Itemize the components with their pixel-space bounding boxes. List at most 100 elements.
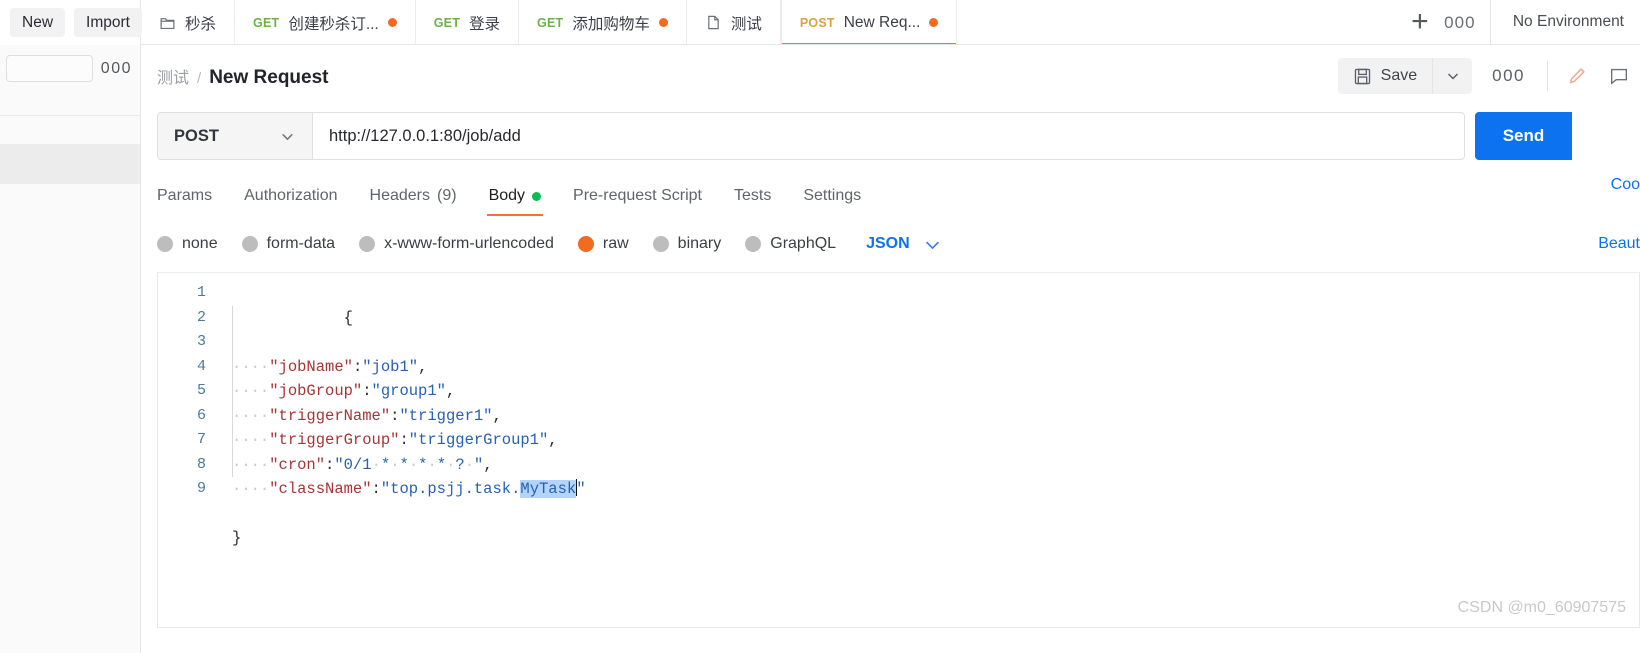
- tab-label: Headers: [369, 187, 430, 204]
- body-type-form-data[interactable]: form-data: [241, 235, 336, 253]
- method-badge: GET: [253, 15, 280, 30]
- sidebar-search-input[interactable]: [6, 55, 93, 82]
- line-number: 6: [196, 406, 206, 424]
- new-tab-button[interactable]: +: [1400, 0, 1440, 45]
- method-label: POST: [174, 126, 219, 145]
- body-editor[interactable]: 1 2 3 4 5 6 7 8 9 { ····"jobName":"job1"…: [157, 272, 1640, 628]
- tab-pre-request-script[interactable]: Pre-request Script: [557, 187, 718, 216]
- page-title: New Request: [209, 66, 329, 88]
- code-line-3: ····"jobGroup":"group1",: [232, 382, 456, 400]
- json-key: "triggerGroup": [269, 431, 400, 449]
- url-input[interactable]: http://127.0.0.1:80/job/add: [313, 113, 1464, 159]
- json-value: "group1": [371, 382, 446, 400]
- more-horizontal-icon: 000: [1444, 12, 1476, 32]
- code-editor[interactable]: 1 2 3 4 5 6 7 8 9 { ····"jobName":"job1"…: [158, 273, 1639, 551]
- radio-icon: [745, 236, 762, 252]
- body-type-urlencoded[interactable]: x-www-form-urlencoded: [359, 235, 554, 253]
- request-header-actions: Save 000: [1337, 57, 1640, 95]
- tab-label: Settings: [803, 187, 862, 204]
- document-icon: [708, 15, 719, 30]
- body-type-label: form-data: [266, 235, 336, 252]
- comment-request-button[interactable]: [1598, 57, 1640, 95]
- new-button[interactable]: New: [10, 7, 66, 38]
- method-badge: POST: [799, 15, 835, 30]
- tab-tests[interactable]: Tests: [718, 187, 787, 216]
- edit-request-button[interactable]: [1556, 57, 1598, 95]
- body-type-graphql[interactable]: GraphQL: [745, 235, 836, 253]
- method-selector[interactable]: POST: [158, 113, 313, 159]
- request-tab-add-cart[interactable]: GET 添加购物车: [519, 0, 687, 44]
- request-tab-login[interactable]: GET 登录: [416, 0, 520, 44]
- line-number: 3: [196, 333, 206, 350]
- tab-authorization[interactable]: Authorization: [228, 187, 353, 216]
- request-section-tabs: Params Authorization Headers (9) Body Pr…: [141, 174, 1640, 216]
- breadcrumb-folder[interactable]: 测试: [157, 64, 189, 88]
- tab-body[interactable]: Body: [473, 187, 557, 216]
- selected-text[interactable]: MyTask: [520, 480, 577, 498]
- save-options-button[interactable]: [1432, 58, 1473, 94]
- sidebar-selected-row[interactable]: [0, 144, 140, 184]
- top-tab-bar: New Import 秒杀 GET 创建秒杀订... GET 登录 GET 添加…: [0, 0, 1640, 45]
- request-tabs-strip: 秒杀 GET 创建秒杀订... GET 登录 GET 添加购物车 测试 POST…: [141, 0, 1390, 44]
- line-number-gutter: 1 2 3 4 5 6 7 8 9: [158, 281, 222, 551]
- beautify-link[interactable]: Beaut: [1598, 235, 1640, 253]
- watermark: CSDN @m0_60907575: [1457, 599, 1626, 616]
- import-button[interactable]: Import: [74, 7, 142, 38]
- code-text: }: [232, 529, 242, 547]
- method-badge: GET: [537, 15, 564, 30]
- sidebar-more-button[interactable]: 000: [99, 60, 134, 78]
- request-tab-label: 测试: [730, 15, 762, 33]
- json-value-cron-start: "0/1: [334, 455, 372, 474]
- body-type-label: GraphQL: [770, 235, 837, 252]
- save-button-label: Save: [1380, 67, 1418, 84]
- line-number: 1: [196, 284, 206, 301]
- postman-window: New Import 秒杀 GET 创建秒杀订... GET 登录 GET 添加…: [0, 0, 1640, 653]
- line-number: 9: [196, 480, 206, 497]
- request-tab-label: 秒杀: [185, 15, 217, 33]
- request-more-button[interactable]: 000: [1472, 66, 1545, 86]
- method-badge: GET: [433, 15, 461, 30]
- code-line-9: }: [232, 526, 1639, 551]
- json-trail: ,: [492, 406, 502, 425]
- body-type-label: x-www-form-urlencoded: [384, 235, 554, 252]
- json-value: "job1": [362, 357, 419, 376]
- url-input-group: POST http://127.0.0.1:80/job/add: [157, 112, 1465, 160]
- tab-label: Params: [157, 187, 213, 204]
- body-type-label: raw: [602, 235, 629, 252]
- json-value: "trigger1": [399, 406, 493, 425]
- raw-format-selector[interactable]: JSON: [866, 235, 942, 254]
- body-type-raw[interactable]: raw: [577, 235, 629, 253]
- url-bar: POST http://127.0.0.1:80/job/add Send: [141, 112, 1640, 160]
- json-key: "jobGroup": [269, 382, 363, 400]
- code-line-5: ····"triggerGroup":"triggerGroup1",: [232, 431, 558, 449]
- save-button[interactable]: Save: [1337, 58, 1433, 94]
- chevron-down-icon: [1447, 73, 1458, 80]
- tab-params[interactable]: Params: [157, 187, 228, 216]
- request-tab-create-order[interactable]: GET 创建秒杀订...: [235, 0, 416, 44]
- body-type-none[interactable]: none: [157, 235, 218, 253]
- radio-icon: [241, 236, 258, 252]
- request-tab-test[interactable]: 测试: [687, 0, 781, 44]
- request-tab-new-request[interactable]: POST New Req...: [780, 0, 958, 44]
- json-key: "triggerName": [269, 406, 391, 425]
- code-content[interactable]: { ····"jobName":"job1", ····"jobGroup":"…: [222, 281, 1639, 551]
- line-number: 7: [196, 431, 206, 448]
- json-key: "className": [269, 480, 372, 498]
- send-button[interactable]: Send: [1475, 112, 1572, 160]
- request-tab-miaosha[interactable]: 秒杀: [141, 0, 236, 44]
- body-present-dot-icon: [532, 191, 542, 201]
- tabbar-more-button[interactable]: 000: [1440, 0, 1480, 45]
- environment-selector[interactable]: No Environment: [1497, 13, 1640, 31]
- body-type-row: none form-data x-www-form-urlencoded raw…: [141, 225, 1640, 263]
- tab-settings[interactable]: Settings: [787, 187, 877, 216]
- body-type-binary[interactable]: binary: [652, 235, 721, 253]
- folder-icon: [160, 18, 175, 30]
- cookies-link[interactable]: Coo: [1611, 176, 1640, 194]
- unsaved-dot-icon: [929, 18, 939, 27]
- tab-headers[interactable]: Headers (9): [354, 187, 473, 216]
- radio-icon: [359, 236, 376, 252]
- json-trail: ,: [418, 357, 428, 376]
- sidebar-divider: [0, 115, 140, 116]
- workspace-actions: New Import: [0, 0, 142, 45]
- line-number: 5: [196, 382, 206, 399]
